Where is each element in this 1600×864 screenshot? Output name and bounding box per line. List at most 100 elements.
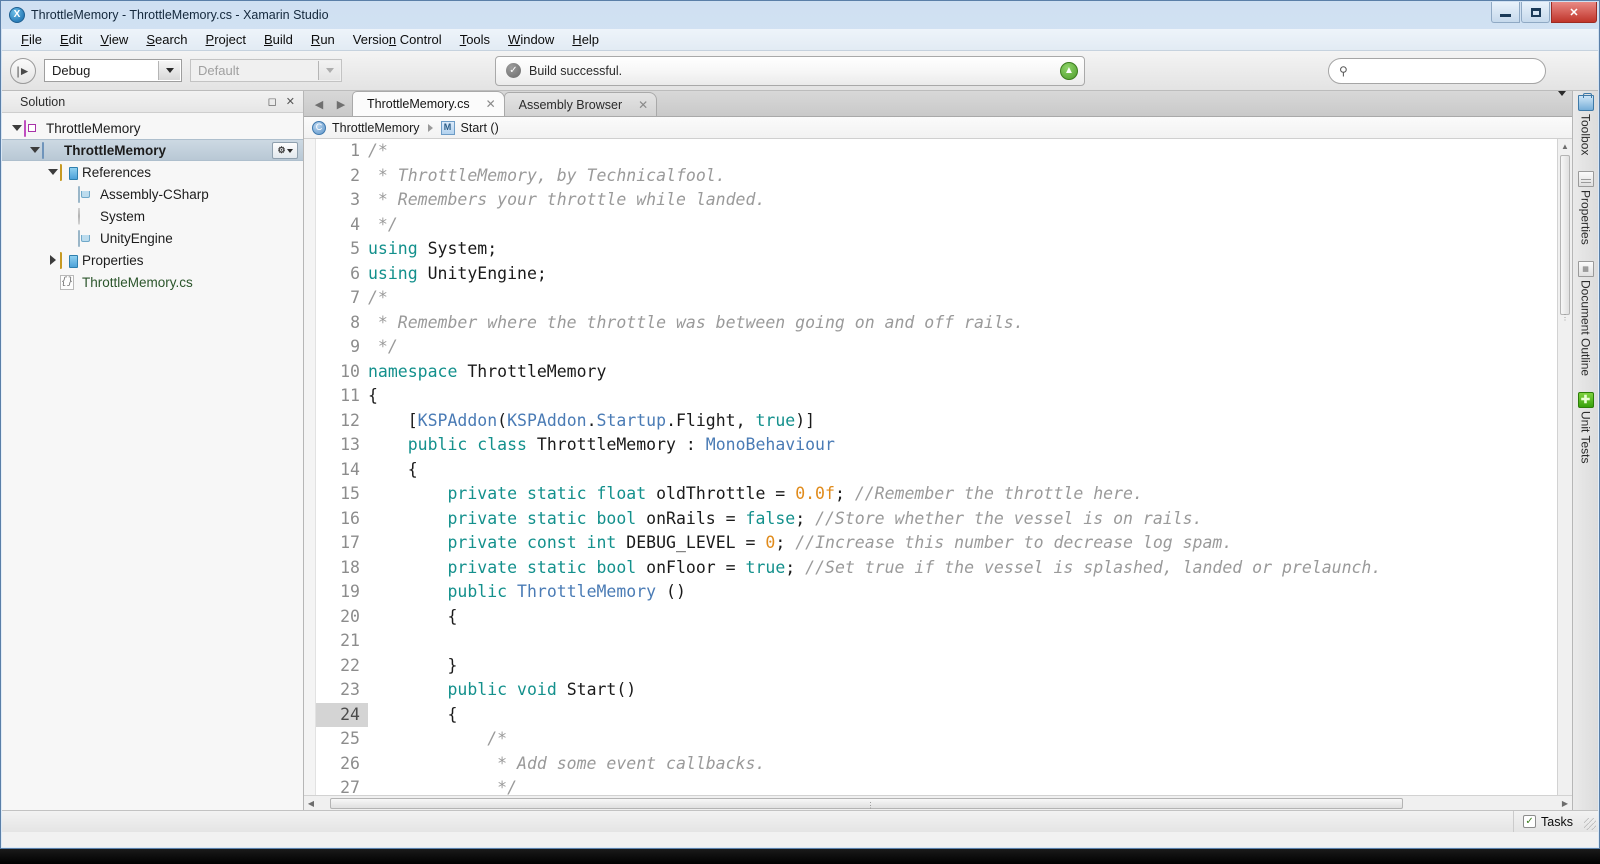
search-input[interactable] (1353, 62, 1524, 79)
code-line[interactable]: 11{ (316, 384, 1557, 409)
code-line[interactable]: 10 namespace ThrottleMemory (316, 359, 1557, 384)
nav-back-icon[interactable]: ◀ (308, 92, 330, 116)
code-line[interactable]: 13 public class ThrottleMemory : MonoBeh… (316, 433, 1557, 458)
code-line[interactable]: 1/* (316, 139, 1557, 164)
breadcrumb-namespace-label[interactable]: ThrottleMemory (332, 121, 420, 135)
code-line[interactable]: 21 (316, 629, 1557, 654)
code-editor[interactable]: 1/* 2 * ThrottleMemory, by Technicalfool.… (316, 139, 1557, 795)
code-line[interactable]: 19 public ThrottleMemory () (316, 580, 1557, 605)
code-line[interactable]: 9 */ (316, 335, 1557, 360)
code-line[interactable]: 7/* (316, 286, 1557, 311)
dock-tab-document-outline[interactable]: ▦ Document Outline (1574, 261, 1598, 376)
dock-tab-label: Unit Tests (1578, 411, 1593, 464)
code-line[interactable]: 24 { (316, 702, 1557, 727)
code-line[interactable]: 26 * Add some event callbacks. (316, 751, 1557, 776)
line-number: 1 (316, 139, 368, 164)
line-number: 13 (316, 433, 368, 458)
arrow-up-circle-icon[interactable]: ▲ (1060, 61, 1078, 80)
editor-column: ◀ ▶ ThrottleMemory.cs ✕ Assembly Browser… (304, 91, 1572, 810)
code-line[interactable]: 3 * Remembers your throttle while landed… (316, 188, 1557, 213)
configuration-select[interactable]: Debug (44, 59, 182, 82)
horizontal-scroll-thumb[interactable]: ⋮ (330, 797, 1403, 810)
line-number: 23 (316, 678, 368, 703)
menu-item-edit[interactable]: Edit (51, 30, 91, 49)
menu-item-project[interactable]: Project (197, 30, 255, 49)
menu-item-tools[interactable]: Tools (451, 30, 499, 49)
search-box[interactable]: ⚲ (1328, 57, 1546, 84)
scroll-left-icon[interactable]: ◀ (304, 799, 318, 808)
menu-item-version-control[interactable]: Version Control (344, 30, 451, 49)
twisty-open-icon[interactable] (46, 169, 60, 175)
menu-item-view[interactable]: View (91, 30, 137, 49)
sidebar-item-project-throttlememory[interactable]: ThrottleMemory ⚙ (2, 139, 303, 161)
xamarin-logo-icon: X (9, 7, 25, 23)
menu-item-help[interactable]: Help (563, 30, 608, 49)
close-tab-icon[interactable]: ✕ (638, 98, 648, 112)
sidebar-item-folder-properties[interactable]: Properties (2, 249, 303, 271)
sidebar-item-solution-throttlememory[interactable]: ThrottleMemory (2, 117, 303, 139)
run-play-icon[interactable]: |► (10, 57, 36, 84)
code-line[interactable]: 5 using System; (316, 237, 1557, 262)
editor-vertical-scrollbar[interactable]: ▲ ⋮ (1557, 139, 1572, 795)
solution-pad-title: Solution (20, 94, 66, 109)
tab-list-dropdown-icon[interactable] (1558, 91, 1566, 111)
sidebar-item-reference-unityengine[interactable]: UnityEngine (2, 227, 303, 249)
code-line[interactable]: 20 { (316, 604, 1557, 629)
code-line[interactable]: 25 /* (316, 727, 1557, 752)
code-line[interactable]: 22 } (316, 653, 1557, 678)
code-line[interactable]: 2 * ThrottleMemory, by Technicalfool. (316, 163, 1557, 188)
twisty-open-icon[interactable] (10, 125, 24, 131)
code-line[interactable]: 16 private static bool onRails = false; … (316, 506, 1557, 531)
twisty-closed-icon[interactable] (46, 255, 60, 265)
code-line[interactable]: 4 */ (316, 212, 1557, 237)
tab-assembly-browser[interactable]: Assembly Browser ✕ (503, 92, 658, 116)
checkbox-icon[interactable]: ✓ (1523, 815, 1537, 828)
dock-tab-unit-tests[interactable]: ✚ Unit Tests (1574, 392, 1598, 464)
sidebar-item-reference-assembly-csharp[interactable]: Assembly-CSharp (2, 183, 303, 205)
menu-item-build[interactable]: Build (255, 30, 302, 49)
tree-item-label: Properties (82, 252, 144, 268)
code-line[interactable]: 17 private const int DEBUG_LEVEL = 0; //… (316, 531, 1557, 556)
nav-forward-icon[interactable]: ▶ (330, 92, 352, 116)
minimize-button[interactable] (1491, 2, 1520, 23)
resize-grip-icon[interactable] (1584, 818, 1596, 830)
tasks-status-cell[interactable]: ✓ Tasks (1513, 811, 1582, 832)
fold-margin[interactable] (304, 139, 316, 795)
runtime-select[interactable]: Default (190, 59, 342, 82)
scroll-right-icon[interactable]: ▶ (1558, 799, 1572, 808)
code-line[interactable]: 12 [KSPAddon(KSPAddon.Startup.Flight, tr… (316, 408, 1557, 433)
package-icon (78, 207, 95, 225)
sidebar-item-folder-references[interactable]: References (2, 161, 303, 183)
code-line[interactable]: 27 */ (316, 776, 1557, 795)
dock-tab-toolbox[interactable]: Toolbox (1574, 93, 1598, 155)
code-line[interactable]: 15 private static float oldThrottle = 0.… (316, 482, 1557, 507)
close-pad-icon[interactable]: ✕ (286, 95, 295, 108)
tab-throttlememory-cs[interactable]: ThrottleMemory.cs ✕ (352, 91, 505, 116)
vertical-scroll-thumb[interactable] (1560, 155, 1570, 315)
menu-item-run[interactable]: Run (302, 30, 344, 49)
code-line[interactable]: 8 * Remember where the throttle was betw… (316, 310, 1557, 335)
dock-tab-properties[interactable]: Properties (1574, 171, 1598, 245)
close-button[interactable]: ✕ (1551, 2, 1597, 23)
code-line[interactable]: 6 using UnityEngine; (316, 261, 1557, 286)
breadcrumb-method-label[interactable]: Start () (461, 121, 499, 135)
twisty-open-icon[interactable] (28, 147, 42, 153)
menu-item-file[interactable]: File (12, 30, 51, 49)
maximize-button[interactable] (1521, 2, 1550, 23)
close-tab-icon[interactable]: ✕ (486, 97, 496, 111)
code-line[interactable]: 14 { (316, 457, 1557, 482)
code-text: public ThrottleMemory () (447, 582, 686, 601)
scroll-up-icon[interactable]: ▲ (1558, 139, 1572, 153)
build-status-widget[interactable]: ✓ Build successful. ▲ (495, 55, 1085, 86)
assembly-icon (78, 185, 95, 203)
sidebar-item-reference-system[interactable]: System (2, 205, 303, 227)
sidebar-item-file-throttlememory-cs[interactable]: {} ThrottleMemory.cs (2, 271, 303, 293)
menu-item-window[interactable]: Window (499, 30, 563, 49)
menu-item-search[interactable]: Search (137, 30, 196, 49)
code-line[interactable]: 18 private static bool onFloor = true; /… (316, 555, 1557, 580)
minimize-pad-icon[interactable]: ◻ (268, 95, 277, 108)
code-line[interactable]: 23 public void Start() (316, 678, 1557, 703)
editor-horizontal-scrollbar[interactable]: ◀ ⋮ ▶ (304, 795, 1572, 810)
gear-dropdown-icon[interactable]: ⚙ (272, 142, 298, 159)
